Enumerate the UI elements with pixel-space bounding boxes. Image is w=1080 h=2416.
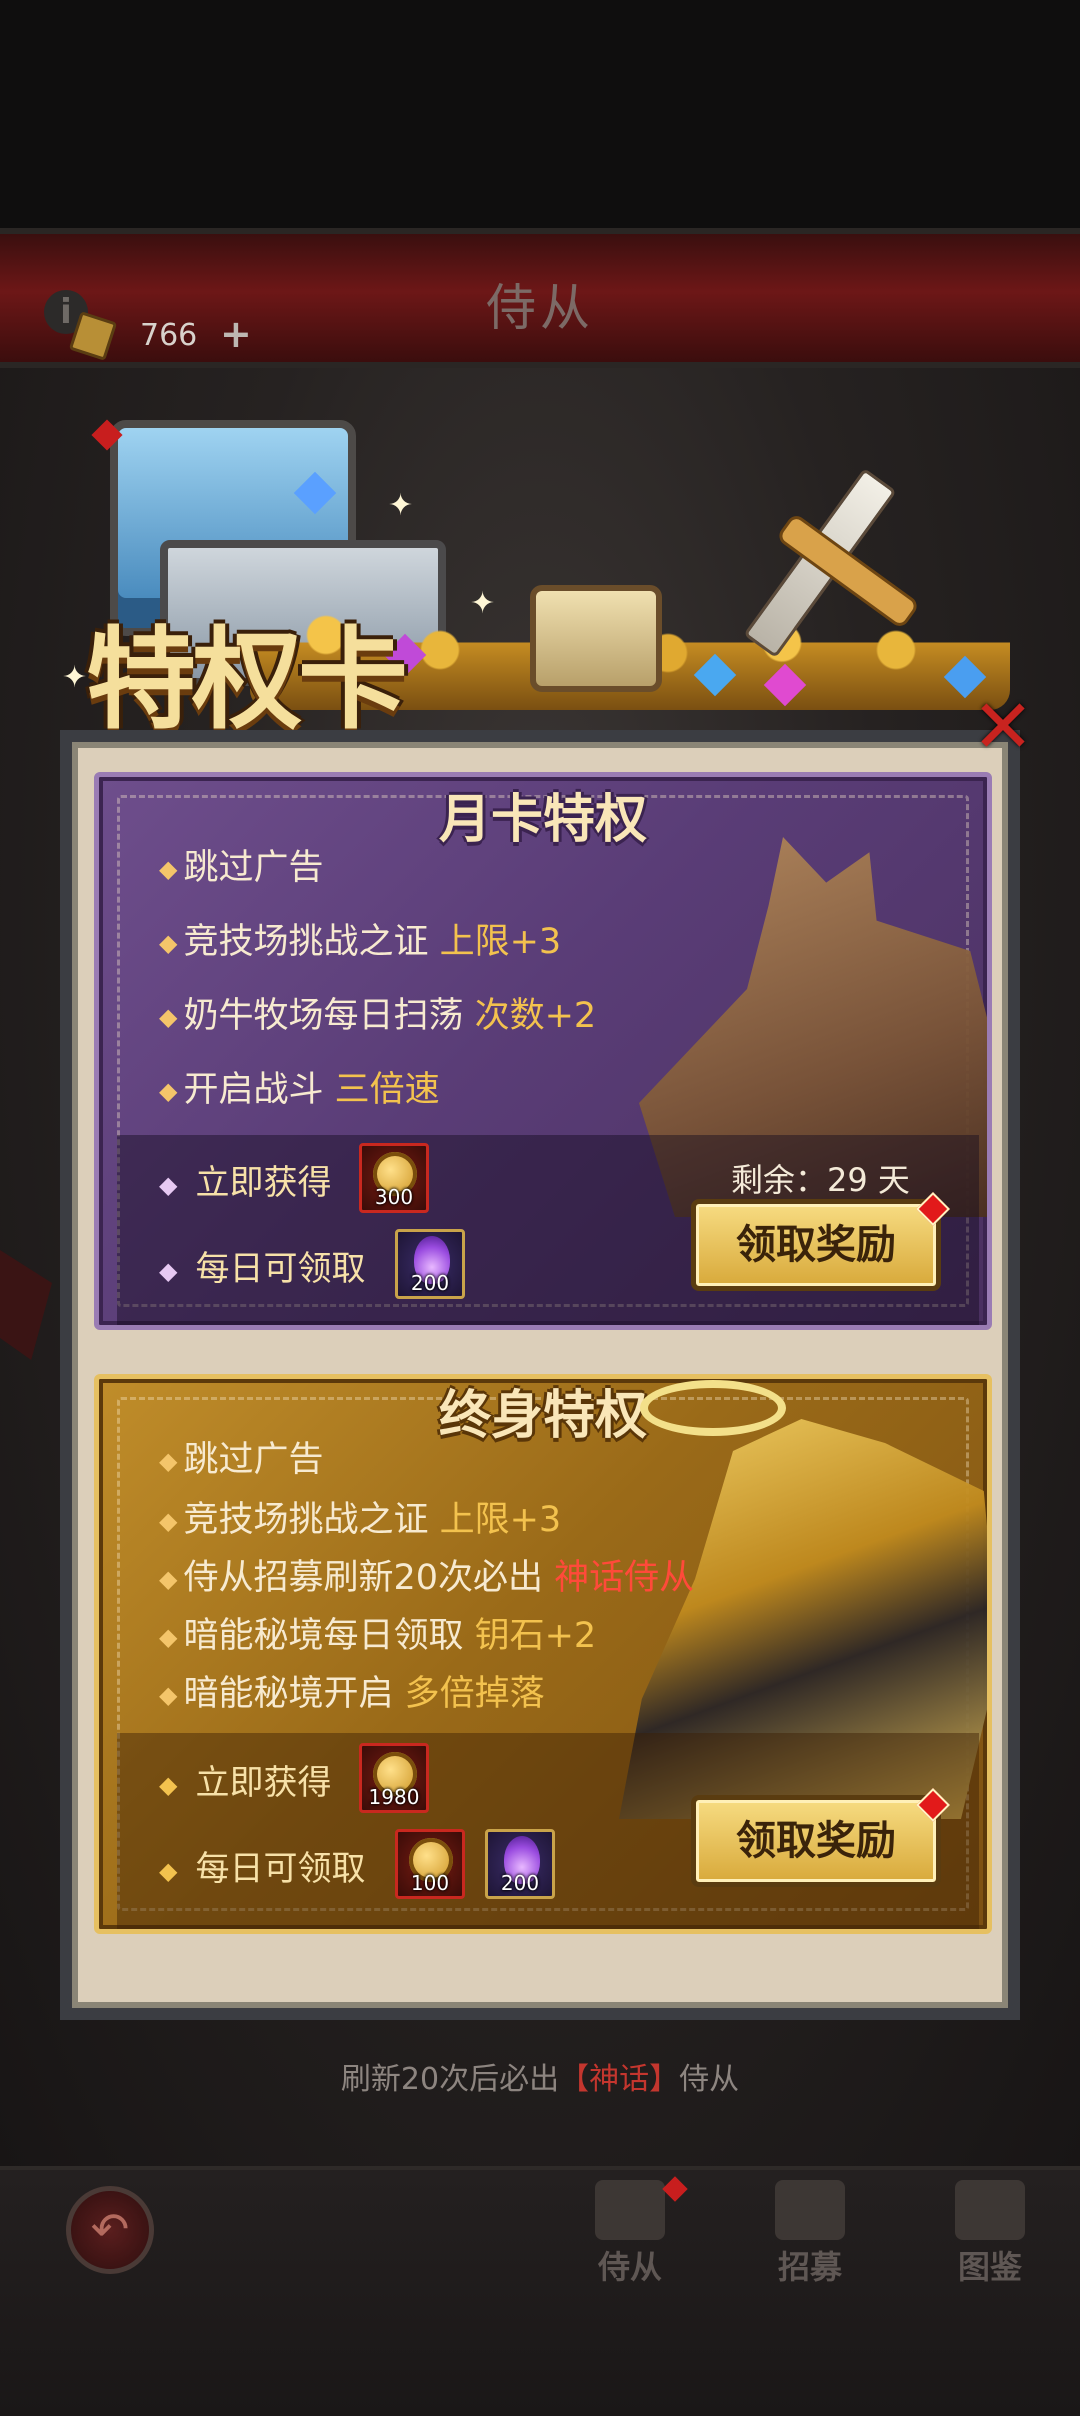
instant-reward-label: ◆ 立即获得 <box>159 1163 332 1203</box>
reward-item[interactable]: 100 <box>395 1829 465 1899</box>
nav-tab-codex[interactable]: 图鉴 <box>920 2180 1060 2288</box>
privilege-card-title: 特权卡 <box>86 615 408 744</box>
perk-item: ◆ 侍从招募刷新20次必出 神话侍从 <box>159 1558 695 1598</box>
top-black-band <box>0 0 1080 228</box>
sparkle-icon: ✦ <box>388 488 414 523</box>
perk-item: ◆ 跳过广告 <box>159 1440 324 1480</box>
flag-icon <box>775 2180 845 2240</box>
reward-item[interactable]: 1980 <box>359 1743 429 1813</box>
reward-item[interactable]: 200 <box>485 1829 555 1899</box>
book-icon <box>955 2180 1025 2240</box>
reward-item[interactable]: 200 <box>395 1229 465 1299</box>
monthly-card: 月卡特权 ◆ 跳过广告 ◆ 竞技场挑战之证 上限+3 ◆ 奶牛牧场每日扫荡 次数+2 … <box>94 772 992 1330</box>
perk-item: ◆ 开启战斗 三倍速 <box>159 1070 440 1110</box>
perk-item: ◆ 奶牛牧场每日扫荡 次数+2 <box>159 996 597 1036</box>
monthly-claim-button[interactable]: 领取奖励 <box>691 1199 941 1291</box>
back-button[interactable]: ↶ <box>66 2186 154 2274</box>
perk-item: ◆ 暗能秘境每日领取 钥石+2 <box>159 1616 597 1656</box>
perk-item: ◆ 跳过广告 <box>159 848 324 888</box>
remaining-days: 剩余：29 天 <box>731 1161 910 1199</box>
perk-item: ◆ 竞技场挑战之证 上限+3 <box>159 1500 562 1540</box>
close-icon[interactable]: ✕ <box>972 690 1034 764</box>
refresh-hint: 刷新20次后必出【神话】侍从 <box>340 2062 740 2097</box>
reward-item[interactable]: 300 <box>359 1143 429 1213</box>
daily-reward-label: ◆ 每日可领取 <box>159 1849 366 1889</box>
add-ticket-button[interactable]: + <box>220 312 252 356</box>
sparkle-icon: ✦ <box>62 660 88 695</box>
small-chest-icon <box>530 585 662 692</box>
perk-item: ◆ 竞技场挑战之证 上限+3 <box>159 922 562 962</box>
lifetime-card: 终身特权 ◆ 跳过广告 ◆ 竞技场挑战之证 上限+3 ◆ 侍从招募刷新20次必出 神话… <box>94 1374 992 1934</box>
instant-reward-label: ◆ 立即获得 <box>159 1763 332 1803</box>
bottom-nav <box>0 2166 1080 2416</box>
daily-reward-label: ◆ 每日可领取 <box>159 1249 366 1289</box>
lifetime-claim-button[interactable]: 领取奖励 <box>691 1795 941 1887</box>
ticket-count: 766 <box>140 318 198 353</box>
helmet-icon <box>595 2180 665 2240</box>
halo-icon <box>640 1380 786 1436</box>
sparkle-icon: ✦ <box>470 586 496 621</box>
perk-item: ◆ 暗能秘境开启 多倍掉落 <box>159 1674 545 1714</box>
nav-tab-recruit[interactable]: 招募 <box>740 2180 880 2288</box>
